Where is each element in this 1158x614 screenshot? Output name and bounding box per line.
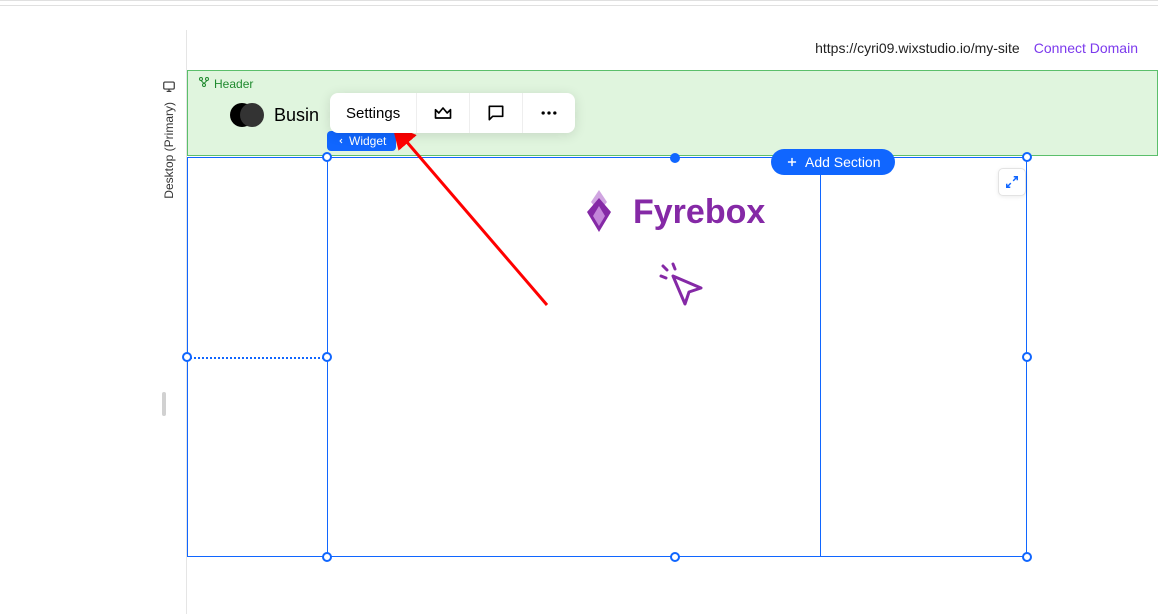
add-section-button[interactable]: Add Section xyxy=(771,149,895,175)
fyrebox-text: Fyrebox xyxy=(633,193,765,232)
breakpoint-text: Desktop (Primary) xyxy=(162,102,176,199)
device-icon xyxy=(162,80,176,94)
brand-logo-icon xyxy=(230,103,264,127)
more-button[interactable] xyxy=(523,93,575,133)
selection-handle[interactable] xyxy=(322,152,332,162)
breakpoint-label: Desktop (Primary) xyxy=(162,80,176,199)
widget-tag-text: Widget xyxy=(349,134,386,148)
url-bar: https://cyri09.wixstudio.io/my-site Conn… xyxy=(815,40,1158,56)
widget-tag[interactable]: Widget xyxy=(327,131,396,151)
section-icon xyxy=(198,76,210,91)
crown-button[interactable] xyxy=(417,93,470,133)
canvas: https://cyri09.wixstudio.io/my-site Conn… xyxy=(186,30,1158,614)
element-toolbar: Settings xyxy=(330,93,575,133)
chevron-left-icon xyxy=(337,137,345,145)
header-section-label: Header xyxy=(198,76,253,91)
selection-handle-top[interactable] xyxy=(670,153,680,163)
top-border xyxy=(0,0,1158,6)
header-label-text: Header xyxy=(214,77,253,91)
comment-icon xyxy=(486,103,506,123)
plus-icon xyxy=(785,155,799,169)
selection-handle[interactable] xyxy=(1022,552,1032,562)
site-url: https://cyri09.wixstudio.io/my-site xyxy=(815,40,1020,56)
comment-button[interactable] xyxy=(470,93,523,133)
fyrebox-brand: Fyrebox xyxy=(579,188,765,236)
brand-name: Busin xyxy=(274,105,319,126)
selection-handle[interactable] xyxy=(1022,352,1032,362)
guide-line xyxy=(187,357,327,359)
selection-handle[interactable] xyxy=(182,352,192,362)
expand-button[interactable] xyxy=(998,168,1026,196)
settings-button[interactable]: Settings xyxy=(330,93,417,133)
connect-domain-link[interactable]: Connect Domain xyxy=(1034,40,1138,56)
selection-handle[interactable] xyxy=(1022,152,1032,162)
crown-icon xyxy=(433,103,453,123)
selection-handle[interactable] xyxy=(670,552,680,562)
resize-handle[interactable] xyxy=(162,392,166,416)
add-section-label: Add Section xyxy=(805,154,881,170)
selection-handle[interactable] xyxy=(322,552,332,562)
fyrebox-icon xyxy=(579,188,619,236)
click-cursor-icon xyxy=(655,258,711,319)
expand-icon xyxy=(1005,175,1019,189)
selection-handle[interactable] xyxy=(322,352,332,362)
brand-logo-area: Busin xyxy=(230,103,319,127)
more-icon xyxy=(539,103,559,123)
